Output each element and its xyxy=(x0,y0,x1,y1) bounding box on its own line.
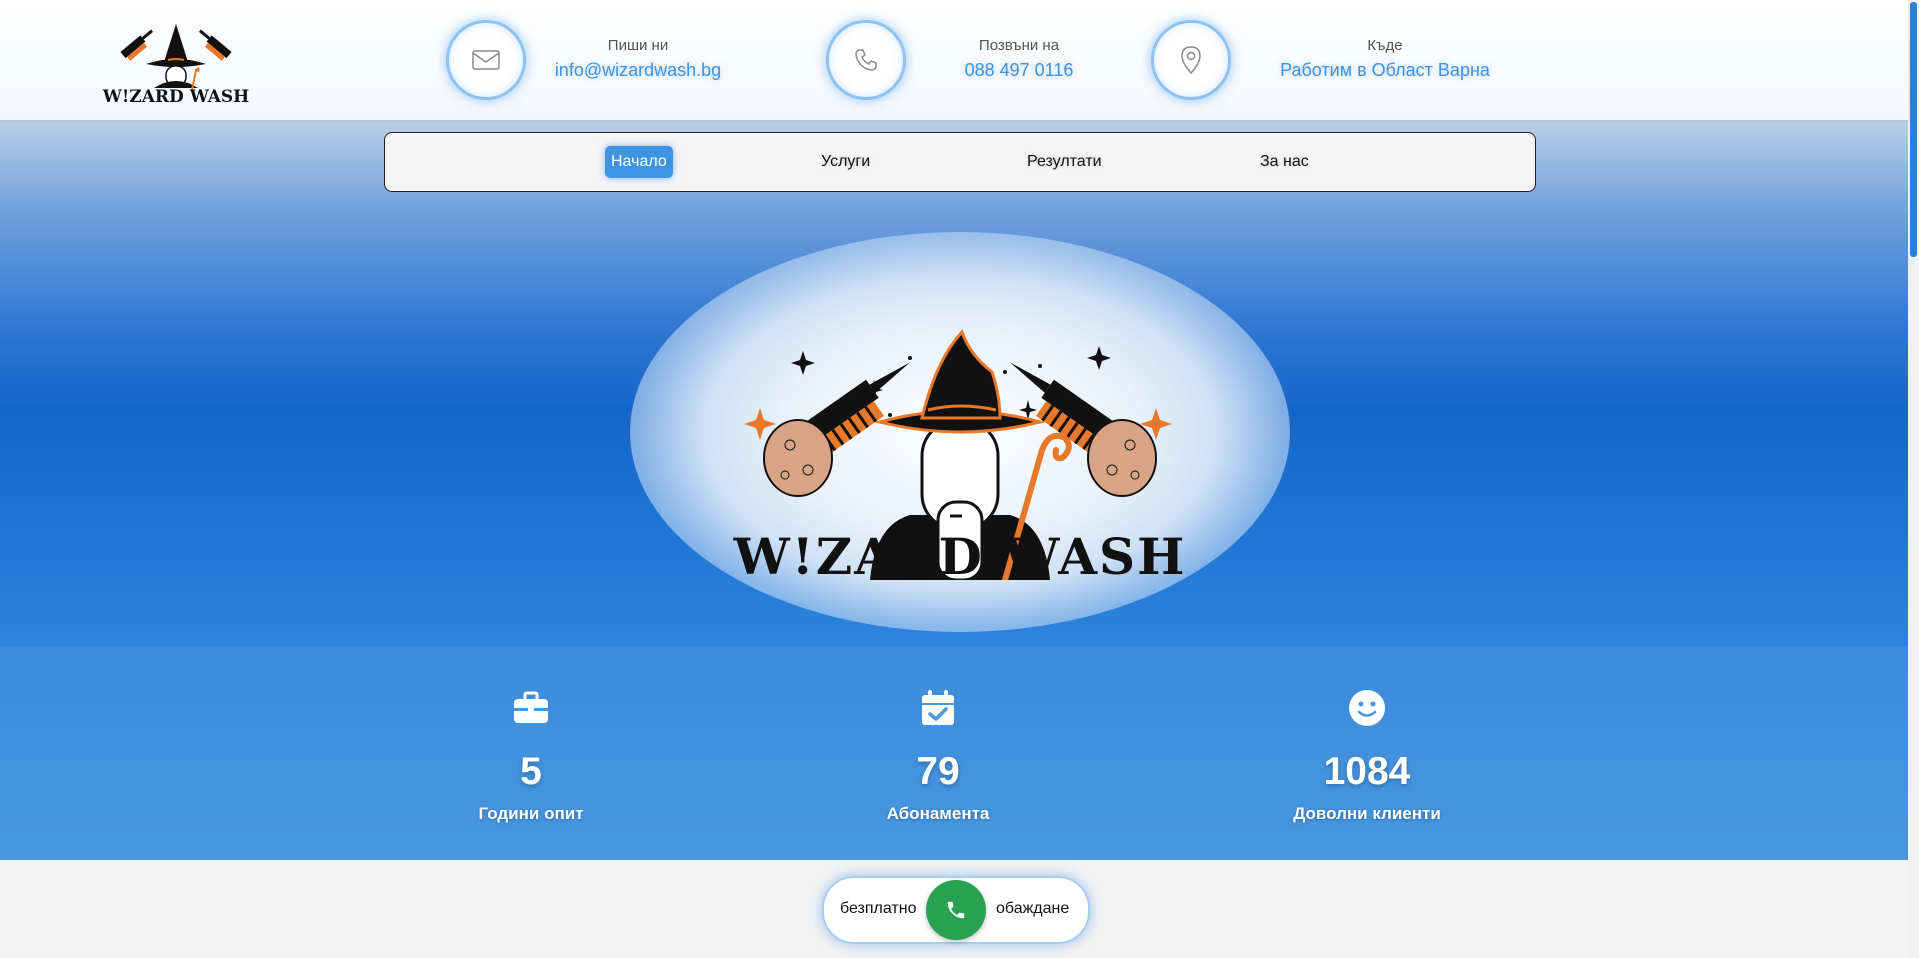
stat-subscriptions-label: Абонамента xyxy=(886,804,990,823)
call-button[interactable] xyxy=(926,880,986,940)
hero-logo: W!ZARD WASH xyxy=(733,329,1187,580)
main-nav: Начало Услуги Резултати За нас xyxy=(384,132,1536,192)
stats-section: 5 Години опит 79 Абонамента 1084 Доволни… xyxy=(0,646,1908,860)
briefcase-icon xyxy=(514,691,548,723)
calendar-check-icon xyxy=(922,690,954,725)
header-logo[interactable]: W!ZARD WASH xyxy=(96,12,256,107)
contact-email-label: Пиши ни xyxy=(607,37,669,54)
stat-subscriptions: 79 Абонамента xyxy=(788,646,1088,860)
stat-experience-value: 5 xyxy=(520,750,542,793)
stat-subscriptions-value: 79 xyxy=(916,750,960,793)
map-pin-icon xyxy=(1181,46,1201,75)
contact-phone-value[interactable]: 088 497 0116 xyxy=(859,60,1179,81)
contact-location-label: Къде xyxy=(1367,37,1403,54)
contact-phone-label: Позвъни на xyxy=(978,37,1060,54)
contact-phone[interactable]: Позвъни на 088 497 0116 xyxy=(826,20,1126,100)
stat-experience-label: Години опит xyxy=(478,804,584,823)
stat-clients-value: 1084 xyxy=(1323,750,1411,793)
free-call-right-text: обаждане xyxy=(996,900,1070,917)
contact-location[interactable]: Къде Работим в Област Варна xyxy=(1151,20,1511,100)
stat-experience: 5 Години опит xyxy=(381,646,681,860)
free-call-left-text: безплатно xyxy=(840,900,917,917)
header-logo-text: W!ZARD WASH xyxy=(102,87,249,107)
stat-clients: 1084 Доволни клиенти xyxy=(1217,646,1517,860)
contact-email-value[interactable]: info@wizardwash.bg xyxy=(508,60,768,81)
nav-item-about[interactable]: За нас xyxy=(1260,146,1309,178)
scrollbar-thumb[interactable] xyxy=(1910,2,1917,257)
page-scrollbar[interactable] xyxy=(1908,0,1919,958)
envelope-icon xyxy=(472,50,500,70)
smile-icon xyxy=(1349,690,1385,726)
nav-item-home[interactable]: Начало xyxy=(605,146,673,178)
nav-item-results[interactable]: Резултати xyxy=(1027,146,1102,178)
map-pin-icon-circle xyxy=(1151,20,1231,100)
phone-icon xyxy=(947,901,965,919)
contact-location-value[interactable]: Работим в Област Варна xyxy=(1235,60,1535,81)
contact-email[interactable]: Пиши ни info@wizardwash.bg xyxy=(446,20,746,100)
free-call-widget[interactable]: безплатно обаждане xyxy=(822,876,1090,944)
hero-section: W!ZARD WASH xyxy=(0,120,1908,646)
site-header: W!ZARD WASH Пиши ни info@wizardwash.bg П… xyxy=(0,0,1908,120)
stat-clients-label: Доволни клиенти xyxy=(1293,804,1441,823)
hero-logo-text: W!ZARD WASH xyxy=(733,527,1187,580)
nav-item-services[interactable]: Услуги xyxy=(821,146,870,178)
